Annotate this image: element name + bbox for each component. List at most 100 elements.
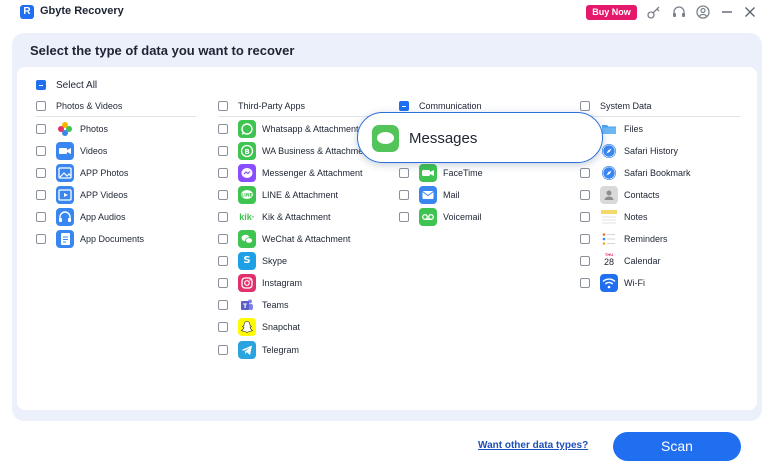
third-party-apps-checkbox[interactable] [218, 101, 228, 111]
select-all-checkbox[interactable] [36, 80, 46, 90]
messenger-icon [238, 164, 256, 182]
kik-icon: kik· [238, 208, 256, 226]
photos-label: Photos [80, 124, 109, 134]
photos-checkbox[interactable] [36, 124, 46, 134]
safari-bookmark-icon [600, 164, 618, 182]
buy-now-button[interactable]: Buy Now [586, 5, 637, 20]
app-documents-checkbox[interactable] [36, 234, 46, 244]
wifi-checkbox[interactable] [580, 278, 590, 288]
photos-icon [56, 120, 74, 138]
app-photos-checkbox[interactable] [36, 168, 46, 178]
skype-label: Skype [262, 256, 288, 266]
videos-checkbox[interactable] [36, 146, 46, 156]
app-title: Gbyte Recovery [40, 5, 124, 17]
wifi-label: Wi-Fi [624, 278, 645, 288]
wa-business-icon: B [238, 142, 256, 160]
mail-icon [419, 186, 437, 204]
page-title: Select the type of data you want to reco… [30, 43, 295, 58]
support-headset-icon[interactable] [671, 4, 687, 20]
files-label: Files [624, 124, 644, 134]
wechat-checkbox[interactable] [218, 234, 228, 244]
instagram-checkbox[interactable] [218, 278, 228, 288]
close-icon[interactable] [742, 4, 758, 20]
divider [36, 116, 196, 117]
telegram-checkbox[interactable] [218, 345, 228, 355]
snapchat-checkbox[interactable] [218, 322, 228, 332]
kik-label: Kik & Attachment [262, 212, 331, 222]
telegram-label: Telegram [262, 345, 300, 355]
voicemail-checkbox[interactable] [399, 212, 409, 222]
divider [580, 116, 740, 117]
photos-videos-header: Photos & Videos [56, 101, 123, 111]
photos-videos-checkbox[interactable] [36, 101, 46, 111]
calendar-checkbox[interactable] [580, 256, 590, 266]
line-icon: LINE [238, 186, 256, 204]
voicemail-label: Voicemail [443, 212, 482, 222]
communication-header: Communication [419, 101, 482, 111]
app-photos-icon [56, 164, 74, 182]
telegram-icon [238, 341, 256, 359]
wifi-icon [600, 274, 618, 292]
safari-bookmark-checkbox[interactable] [580, 168, 590, 178]
title-bar: R Gbyte Recovery Buy Now [0, 0, 774, 24]
app-documents-label: App Documents [80, 234, 145, 244]
mail-checkbox[interactable] [399, 190, 409, 200]
app-audios-icon [56, 208, 74, 226]
safari-history-label: Safari History [624, 146, 679, 156]
messages-icon [372, 125, 399, 152]
scan-button[interactable]: Scan [613, 432, 741, 461]
reminders-label: Reminders [624, 234, 668, 244]
app-audios-checkbox[interactable] [36, 212, 46, 222]
calendar-icon: THU 28 [600, 252, 618, 270]
wa-business-checkbox[interactable] [218, 146, 228, 156]
whatsapp-checkbox[interactable] [218, 124, 228, 134]
app-videos-checkbox[interactable] [36, 190, 46, 200]
key-icon[interactable] [646, 4, 662, 20]
reminders-icon [600, 230, 618, 248]
videos-icon [56, 142, 74, 160]
app-videos-icon [56, 186, 74, 204]
contacts-checkbox[interactable] [580, 190, 590, 200]
system-data-checkbox[interactable] [580, 101, 590, 111]
notes-checkbox[interactable] [580, 212, 590, 222]
account-icon[interactable] [695, 4, 711, 20]
messages-label: Messages [409, 130, 478, 147]
snapchat-label: Snapchat [262, 322, 301, 332]
minimize-icon[interactable] [719, 4, 735, 20]
wechat-label: WeChat & Attachment [262, 234, 351, 244]
kik-checkbox[interactable] [218, 212, 228, 222]
instagram-label: Instagram [262, 278, 303, 288]
svg-text:LINE: LINE [241, 193, 252, 199]
skype-icon: S [238, 252, 256, 270]
messenger-checkbox[interactable] [218, 168, 228, 178]
line-checkbox[interactable] [218, 190, 228, 200]
snapchat-icon [238, 318, 256, 336]
videos-label: Videos [80, 146, 108, 156]
app-documents-icon [56, 230, 74, 248]
app-audios-label: App Audios [80, 212, 126, 222]
calendar-day: 28 [603, 257, 614, 267]
communication-checkbox[interactable] [399, 101, 409, 111]
whatsapp-label: Whatsapp & Attachment [262, 124, 359, 134]
wechat-icon [238, 230, 256, 248]
other-data-types-link[interactable]: Want other data types? [478, 440, 588, 451]
notes-label: Notes [624, 212, 648, 222]
safari-history-icon [600, 142, 618, 160]
messages-drag-popup[interactable]: Messages [357, 112, 603, 163]
messenger-label: Messenger & Attachment [262, 168, 363, 178]
teams-label: Teams [262, 300, 289, 310]
facetime-label: FaceTime [443, 168, 483, 178]
third-party-apps-header: Third-Party Apps [238, 101, 306, 111]
app-logo-icon: R [20, 5, 34, 19]
reminders-checkbox[interactable] [580, 234, 590, 244]
app-videos-label: APP Videos [80, 190, 128, 200]
teams-icon: T [238, 296, 256, 314]
mail-label: Mail [443, 190, 460, 200]
skype-checkbox[interactable] [218, 256, 228, 266]
teams-checkbox[interactable] [218, 300, 228, 310]
instagram-icon [238, 274, 256, 292]
voicemail-icon [419, 208, 437, 226]
calendar-label: Calendar [624, 256, 661, 266]
divider [218, 116, 378, 117]
facetime-checkbox[interactable] [399, 168, 409, 178]
